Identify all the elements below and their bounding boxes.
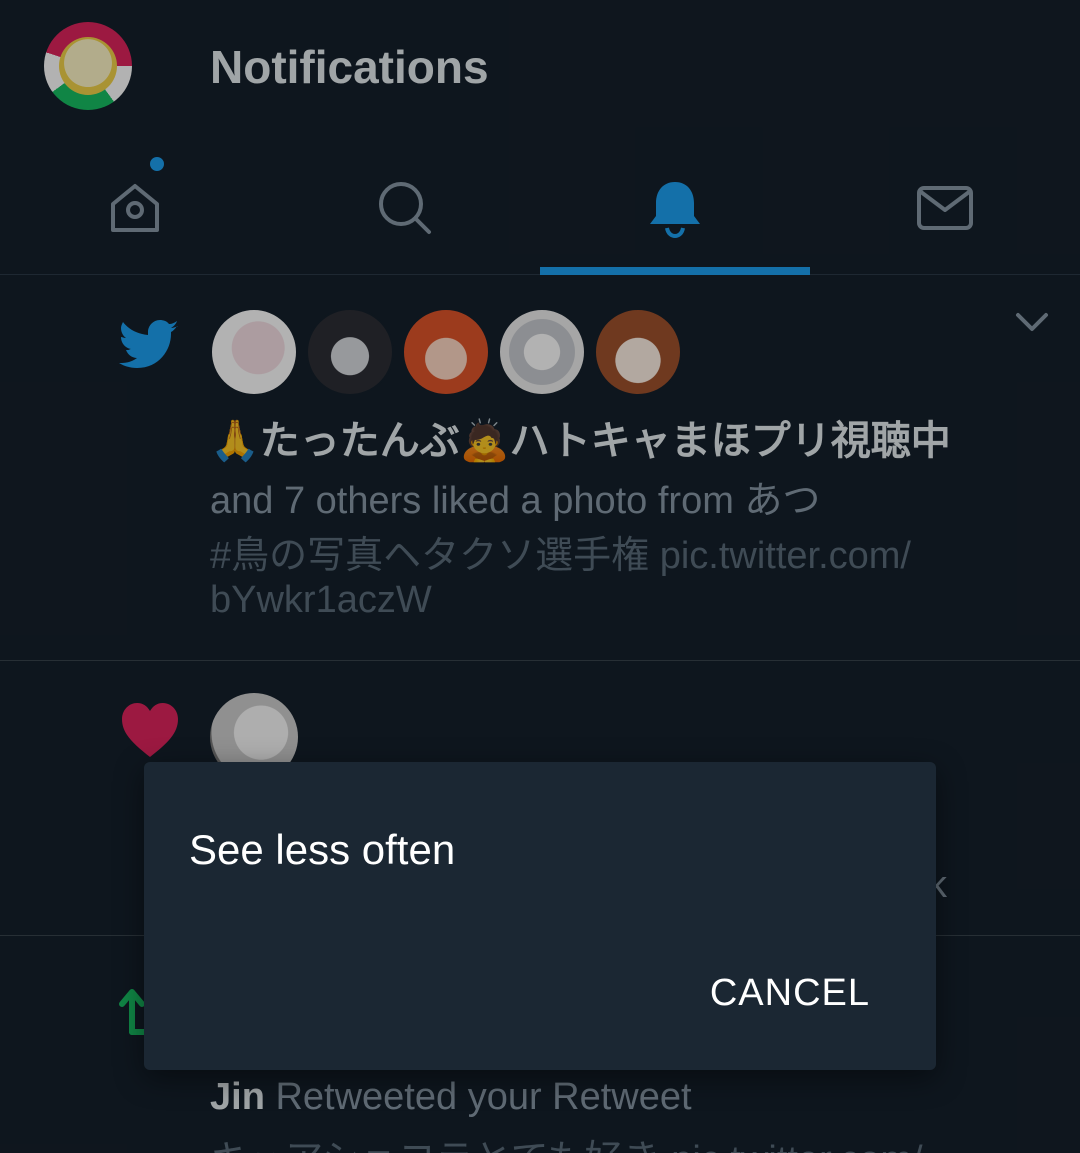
see-less-often-option[interactable]: See less often: [189, 826, 455, 874]
options-dialog: See less often CANCEL: [144, 762, 936, 1070]
cancel-button[interactable]: CANCEL: [710, 972, 870, 1015]
screen: Notifications 🙏たったんぶ🙇ハトキャまほプリ視聴中 and 7 o…: [0, 0, 1080, 1153]
